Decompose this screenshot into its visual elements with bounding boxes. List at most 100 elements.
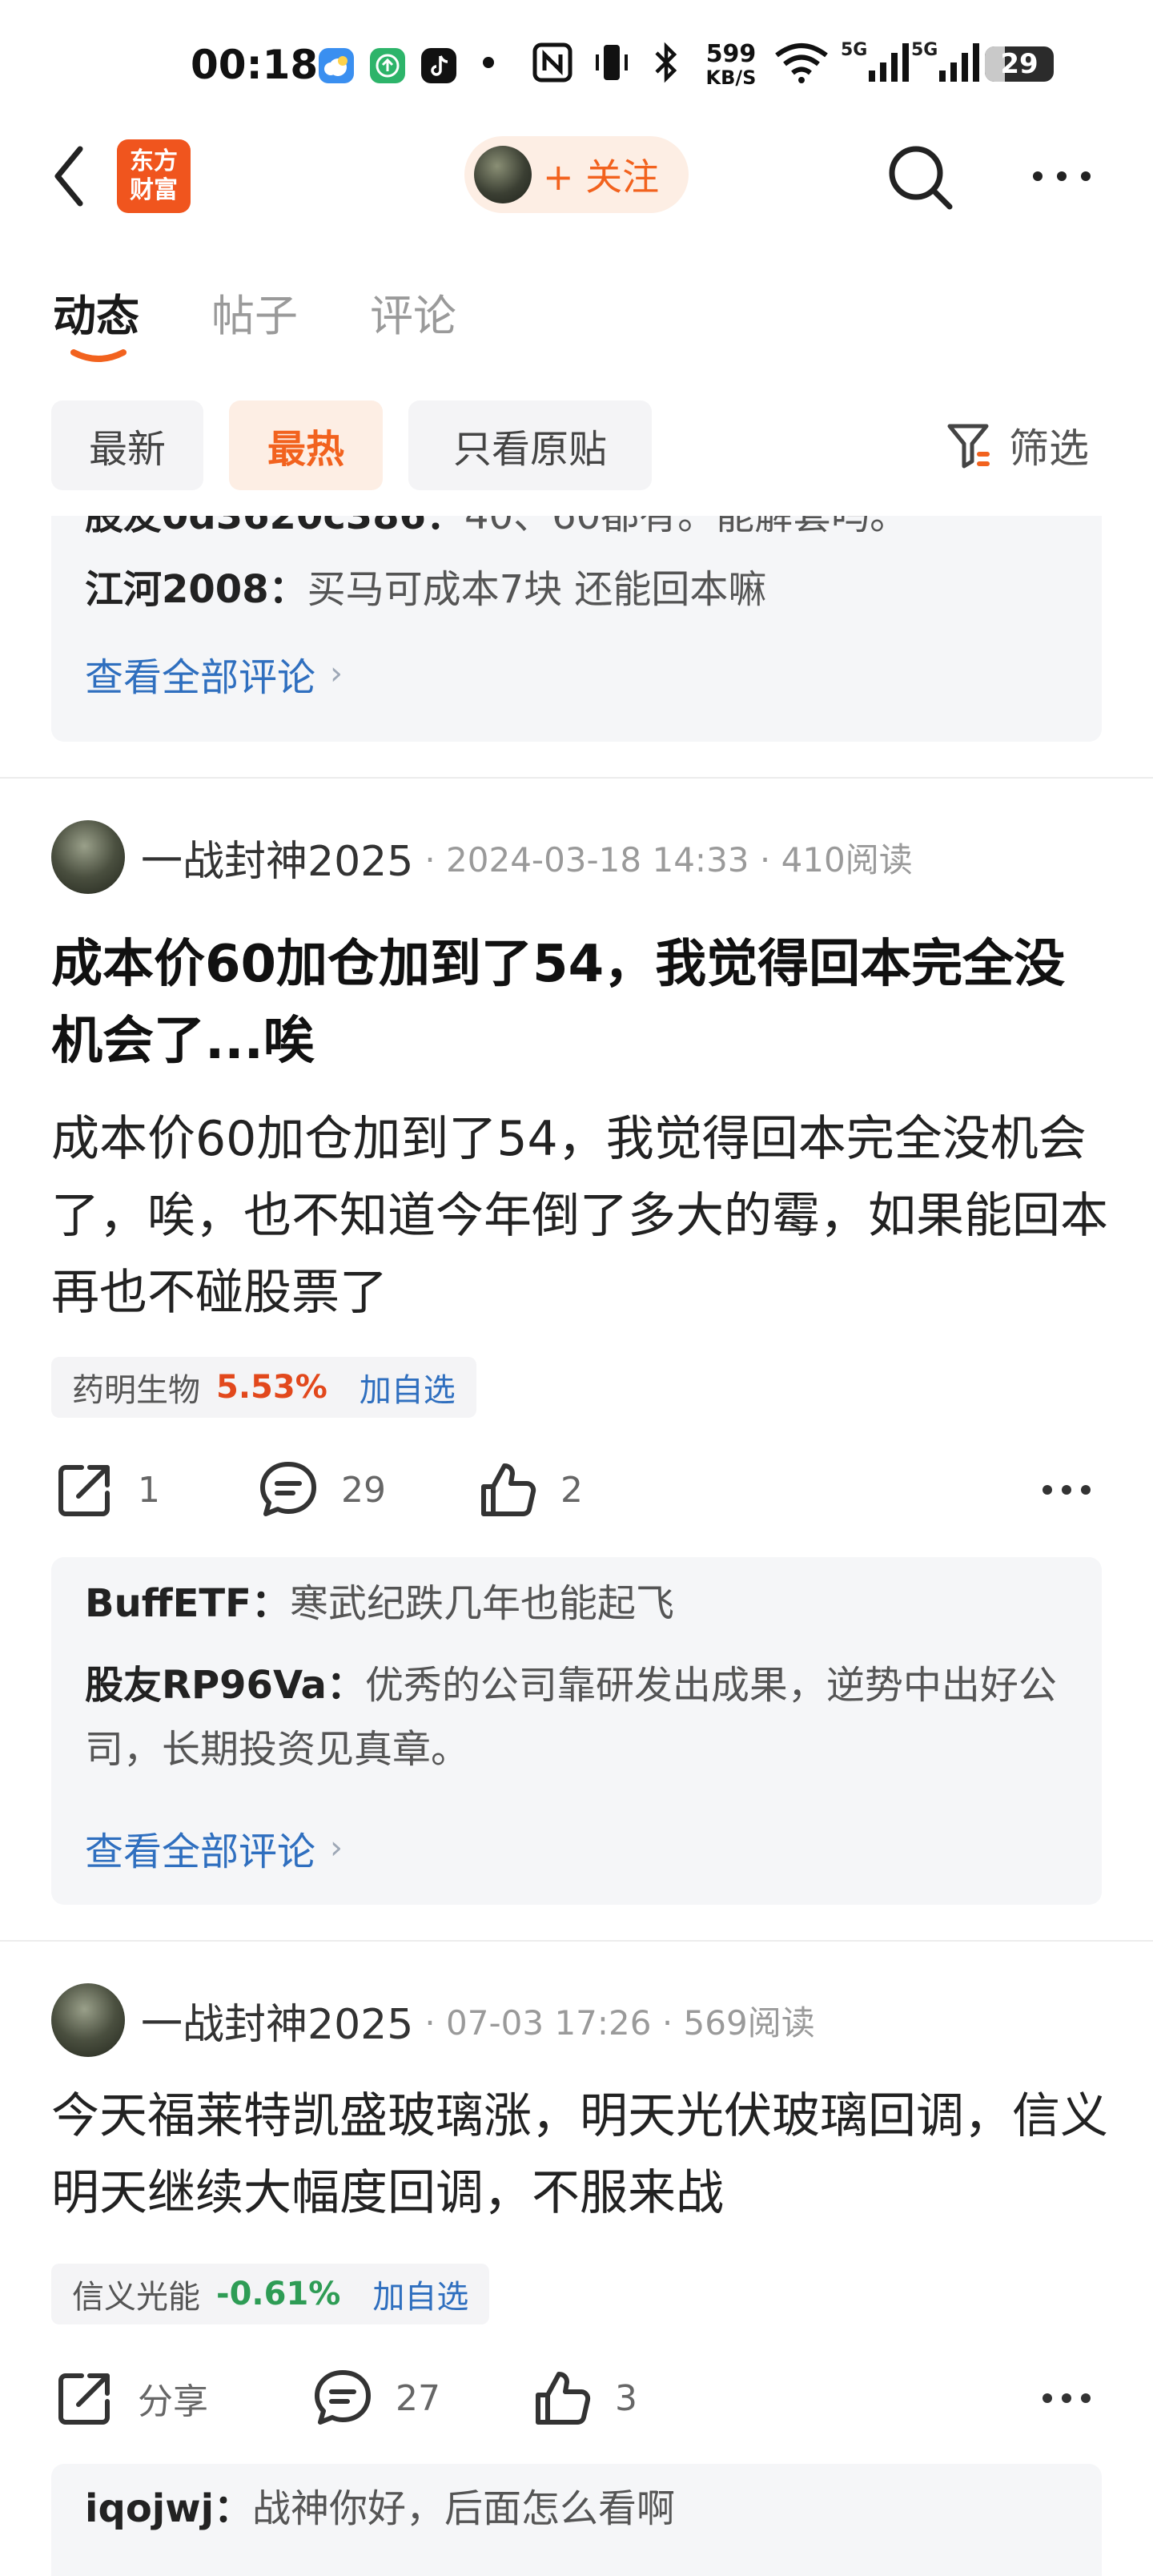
add-watchlist-button[interactable]: 加自选 [372, 2271, 468, 2317]
comment-preview-box: 股友0d3620c386：40、60都有。能解套吗。 江河2008：买马可成本7… [51, 516, 1102, 742]
follow-button[interactable]: + 关注 [464, 136, 689, 213]
tab-dynamic[interactable]: 动态 [53, 280, 139, 344]
comment-line: 江河2008：买马可成本7块 还能回本嘛 [85, 561, 766, 618]
original-only-chip[interactable]: 只看原贴 [408, 400, 652, 490]
view-all-label: 查看全部评论 [85, 655, 316, 700]
follow-label: + 关注 [543, 155, 660, 199]
post-actions: 分享 27 3 [0, 2358, 1153, 2438]
logo-line-1: 东方 [130, 147, 178, 175]
battery-icon: 29 [985, 46, 1054, 82]
sort-latest-chip[interactable]: 最新 [51, 400, 203, 490]
avatar[interactable] [51, 820, 125, 894]
chevron-right-icon: › [330, 655, 343, 692]
stock-tag[interactable]: 药明生物 5.53% 加自选 [51, 1357, 476, 1418]
post-author[interactable]: 一战封神2025 [141, 1990, 413, 2051]
like-button[interactable]: 2 [477, 1450, 583, 1530]
dot-icon [480, 38, 496, 87]
weather-icon [319, 48, 354, 83]
tab-active-indicator [70, 349, 127, 362]
post-author-row: 一战封神2025 · 2024-03-18 14:33 · 410阅读 [51, 819, 913, 896]
wifi-icon [773, 38, 830, 87]
comment-preview-box: iqojwj：战神你好，后面怎么看啊 [51, 2464, 1102, 2576]
comment-line: 股友RP96Va：优秀的公司靠研发出成果，逆势中出好公司，长期投资见真章。 [85, 1653, 1062, 1781]
like-button[interactable]: 3 [532, 2358, 637, 2438]
comment-author[interactable]: BuffETF： [85, 1581, 290, 1626]
bluetooth-icon [650, 38, 682, 87]
profile-tabs: 动态 帖子 评论 [0, 264, 1153, 368]
like-count: 3 [615, 2377, 637, 2419]
comment-author[interactable]: 股友0d3620c386： [85, 516, 464, 538]
signal-icon: 5G [841, 38, 912, 87]
comment-author[interactable]: 江河2008： [85, 567, 307, 612]
thumbs-up-icon [536, 2372, 591, 2425]
nfc-icon [532, 38, 573, 87]
filter-label: 筛选 [1009, 425, 1089, 472]
comment-icon [315, 2370, 371, 2425]
comment-count: 29 [341, 1469, 386, 1511]
comment-author[interactable]: iqojwj： [85, 2486, 252, 2531]
like-count: 2 [560, 1469, 583, 1511]
status-time: 00:18 [191, 42, 319, 88]
net-speed-unit: KB/S [705, 66, 757, 89]
sort-hot-chip[interactable]: 最热 [229, 400, 383, 490]
comment-author[interactable]: 股友RP96Va： [85, 1663, 365, 1708]
app-logo[interactable]: 东方 财富 [117, 139, 191, 213]
more-icon[interactable] [1041, 2382, 1092, 2414]
view-all-label: 查看全部评论 [85, 1829, 316, 1874]
comment-text: 买马可成本7块 还能回本嘛 [307, 567, 767, 612]
net-speed-value: 599 [705, 40, 757, 68]
battery-level: 29 [1000, 48, 1039, 80]
post-author[interactable]: 一战封神2025 [141, 827, 413, 888]
stock-name: 药明生物 [72, 1372, 200, 1409]
divider [0, 1940, 1153, 1942]
thumbs-up-icon [481, 1463, 536, 1516]
stock-tag[interactable]: 信义光能 -0.61% 加自选 [51, 2264, 490, 2324]
view-all-comments-link[interactable]: 查看全部评论 › [85, 1820, 343, 1876]
net-speed: 599 KB/S [701, 40, 761, 89]
post-actions: 1 29 2 [0, 1450, 1153, 1530]
comment-text: 寒武纪跌几年也能起飞 [289, 1581, 674, 1626]
comment-icon [260, 1462, 316, 1516]
post-info: · 2024-03-18 14:33 · 410阅读 [424, 839, 913, 879]
more-icon[interactable] [1041, 1474, 1092, 1506]
comment-button[interactable]: 29 [258, 1450, 386, 1530]
add-watchlist-button[interactable]: 加自选 [360, 1364, 456, 1411]
comment-preview-box: BuffETF：寒武纪跌几年也能起飞 股友RP96Va：优秀的公司靠研发出成果，… [51, 1557, 1102, 1905]
back-icon[interactable] [46, 143, 94, 210]
comment-text: 40、60都有。能解套吗。 [464, 516, 909, 538]
post-body[interactable]: 今天福莱特凯盛玻璃涨，明天光伏玻璃回调，信义明天继续大幅度回调，不服来战 [51, 2078, 1108, 2232]
comment-line: BuffETF：寒武纪跌几年也能起飞 [85, 1575, 674, 1632]
view-all-comments-link[interactable]: 查看全部评论 › [85, 646, 343, 702]
logo-line-2: 财富 [130, 176, 178, 204]
top-nav: 东方 财富 + 关注 [0, 128, 1153, 224]
tiktok-icon [421, 48, 456, 83]
signal-label: 5G [911, 39, 938, 60]
stock-change: -0.61% [216, 2276, 341, 2312]
sort-filter-bar: 最新 最热 只看原贴 筛选 [0, 397, 1153, 493]
chevron-right-icon: › [330, 1829, 343, 1866]
post-author-row: 一战封神2025 · 07-03 17:26 · 569阅读 [51, 1982, 815, 2059]
more-icon[interactable] [1030, 160, 1094, 192]
post-title[interactable]: 成本价60加仓加到了54，我觉得回本完全没机会了...唉 [51, 926, 1108, 1080]
comment-button[interactable]: 27 [312, 2358, 440, 2438]
avatar[interactable] [51, 1983, 125, 2057]
comment-text: 战神你好，后面怎么看啊 [252, 2486, 676, 2531]
share-icon [58, 1465, 110, 1516]
share-button[interactable]: 1 [54, 1450, 160, 1530]
tab-posts[interactable]: 帖子 [211, 280, 298, 344]
tab-comments[interactable]: 评论 [370, 280, 456, 344]
avatar [474, 146, 532, 203]
filter-button[interactable]: 筛选 [945, 413, 1089, 477]
signal-label: 5G [841, 39, 868, 60]
comment-line: 股友0d3620c386：40、60都有。能解套吗。 [85, 516, 908, 545]
post-body[interactable]: 成本价60加仓加到了54，我觉得回本完全没机会了，唉，也不知道今年倒了多大的霉，… [51, 1101, 1108, 1331]
share-label: 分享 [138, 2381, 208, 2422]
share-count: 1 [138, 1469, 160, 1511]
app-green-icon [370, 48, 405, 83]
share-button[interactable]: 分享 [54, 2358, 208, 2438]
search-icon[interactable] [884, 141, 956, 213]
stock-change: 5.53% [216, 1369, 327, 1406]
post-info: · 07-03 17:26 · 569阅读 [424, 2002, 815, 2043]
filter-icon [947, 424, 990, 469]
status-bar: 00:18 599 KB/S 5G 5G 29 [0, 0, 1153, 128]
